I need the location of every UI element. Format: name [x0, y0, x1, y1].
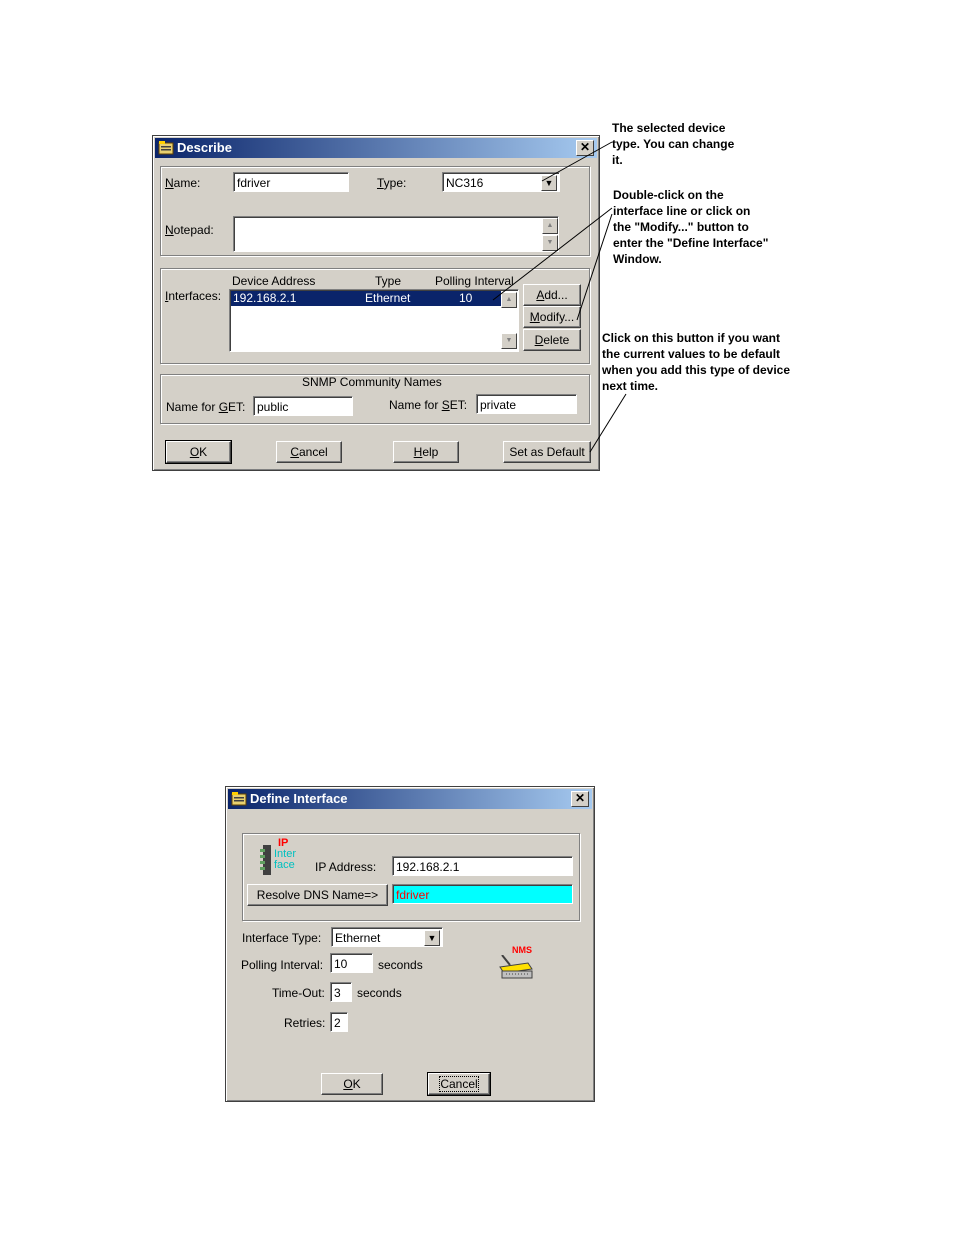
interface-type-value: Ethernet — [335, 931, 381, 945]
dns-name-field: fdriver — [392, 884, 573, 904]
col-device-address: Device Address — [232, 274, 316, 288]
type-label: Type: — [377, 176, 407, 190]
app-icon — [158, 141, 174, 155]
set-input[interactable]: private — [476, 394, 577, 414]
polling-interval-label: Polling Interval: — [241, 958, 324, 972]
scroll-up-icon[interactable]: ▲ — [542, 218, 558, 234]
retries-input[interactable]: 2 — [330, 1012, 348, 1032]
type-note: The selected device type. You can change… — [612, 121, 735, 167]
chevron-down-icon[interactable]: ▼ — [541, 175, 557, 191]
scroll-down-icon[interactable]: ▼ — [501, 333, 517, 349]
set-as-default-button[interactable]: Set as Default — [503, 441, 591, 463]
snmp-title: SNMP Community Names — [302, 375, 442, 389]
nms-label: NMS — [512, 945, 532, 955]
chevron-down-icon[interactable]: ▼ — [424, 930, 440, 946]
cancel-button[interactable]: Cancel — [276, 441, 342, 463]
row-interval: 10 — [459, 291, 473, 305]
col-polling-interval: Polling Interval — [435, 274, 514, 288]
ip-address-label: IP Address: — [315, 860, 377, 874]
get-label: Name for GET: — [166, 400, 246, 414]
notepad-textarea[interactable] — [233, 216, 559, 252]
polling-seconds-label: seconds — [378, 958, 423, 972]
define-cancel-label: Cancel — [439, 1076, 479, 1092]
ok-button[interactable]: OK — [165, 440, 232, 464]
name-input[interactable]: fdriver — [233, 172, 349, 192]
define-titlebar: Define Interface ✕ — [228, 789, 592, 809]
define-title: Define Interface — [250, 791, 348, 806]
retries-label: Retries: — [284, 1016, 326, 1030]
close-icon[interactable]: ✕ — [576, 140, 594, 156]
type-select[interactable]: NC316 ▼ — [442, 172, 560, 192]
resolve-dns-button[interactable]: Resolve DNS Name=> — [247, 884, 388, 906]
define-ok-button[interactable]: OK — [321, 1073, 383, 1095]
describe-titlebar: Describe ✕ — [155, 138, 597, 158]
default-note: Click on this button if you want the cur… — [602, 331, 791, 393]
help-button[interactable]: Help — [393, 441, 459, 463]
describe-window: Describe ✕ Name: fdriver Type: NC316 ▼ N… — [152, 135, 600, 471]
polling-interval-input[interactable]: 10 — [330, 953, 373, 973]
notepad-label: Notepad: — [165, 223, 214, 237]
row-address: 192.168.2.1 — [233, 291, 297, 305]
get-input[interactable]: public — [253, 396, 353, 416]
add-button[interactable]: Add... — [523, 284, 581, 306]
interface-type-select[interactable]: Ethernet ▼ — [331, 927, 443, 947]
scroll-up-icon[interactable]: ▲ — [501, 292, 517, 308]
interface-type-label: Interface Type: — [242, 931, 322, 945]
row-type: Ethernet — [365, 291, 411, 305]
modify-note: Double-click on the interface line or cl… — [613, 188, 769, 266]
delete-button[interactable]: Delete — [523, 329, 581, 351]
set-label: Name for SET: — [389, 398, 468, 412]
timeout-label: Time-Out: — [272, 986, 325, 1000]
modify-button[interactable]: Modify... — [523, 306, 581, 328]
timeout-input[interactable]: 3 — [330, 982, 352, 1002]
nms-device-icon: NMS — [498, 945, 538, 979]
interface-logo-icon: IP Inter face — [260, 837, 300, 875]
logo-face: face — [274, 859, 295, 871]
close-icon[interactable]: ✕ — [571, 791, 589, 807]
define-interface-window: Define Interface ✕ IP Inter face IP Addr… — [225, 786, 595, 1102]
timeout-seconds-label: seconds — [357, 986, 402, 1000]
app-icon — [231, 792, 247, 806]
define-cancel-button[interactable]: Cancel — [427, 1072, 491, 1096]
ip-address-input[interactable]: 192.168.2.1 — [392, 856, 573, 876]
type-select-value: NC316 — [446, 176, 484, 190]
interfaces-label: Interfaces: — [165, 289, 222, 303]
scroll-down-icon[interactable]: ▼ — [542, 235, 558, 251]
describe-title: Describe — [177, 140, 232, 155]
col-type: Type — [375, 274, 402, 288]
table-row[interactable]: 192.168.2.1 Ethernet 10 — [231, 291, 501, 306]
name-label: Name: — [165, 176, 201, 190]
